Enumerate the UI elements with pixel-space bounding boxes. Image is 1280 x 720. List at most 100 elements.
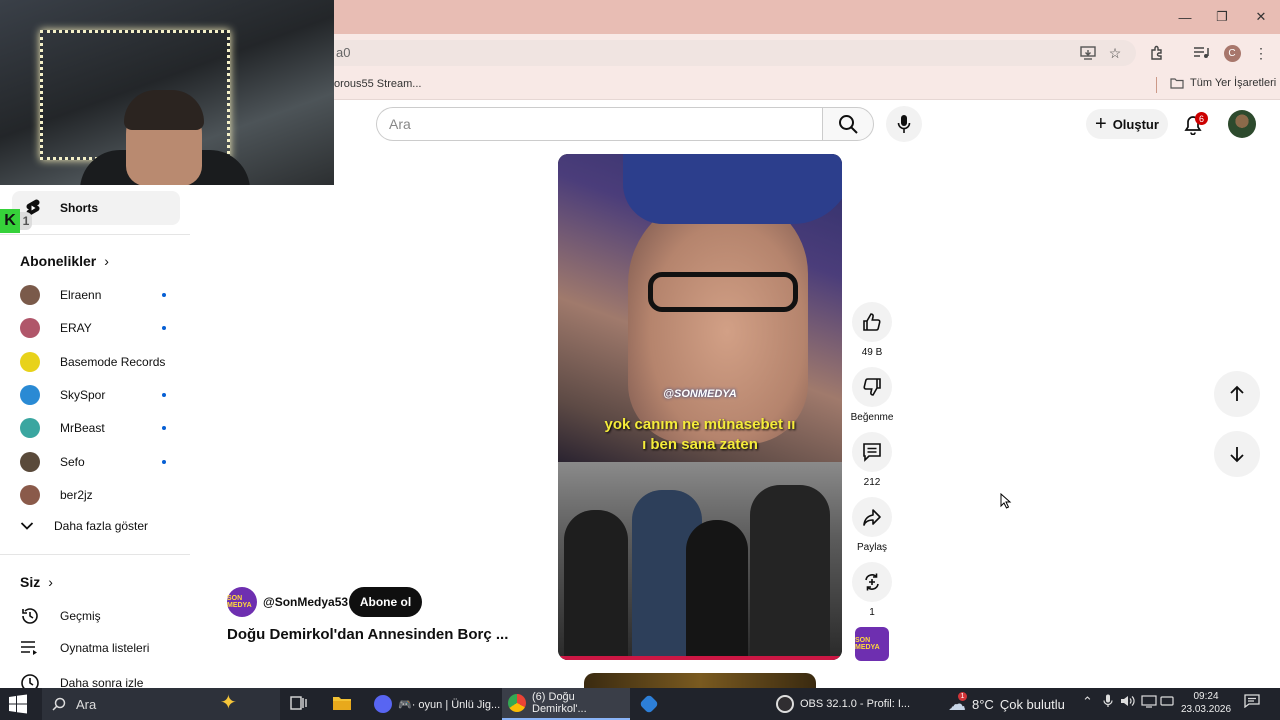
- audio-source-thumbnail[interactable]: SON MEDYA: [855, 627, 889, 661]
- subscriptions-heading[interactable]: Abonelikler ›: [20, 253, 109, 269]
- video-progress-bar[interactable]: [558, 656, 842, 660]
- channel-avatar: [20, 485, 40, 505]
- remix-button[interactable]: [852, 562, 892, 602]
- profile-icon[interactable]: C: [1221, 42, 1243, 64]
- thumbs-down-icon: [863, 378, 881, 396]
- short-video-player[interactable]: @SONMEDYA yok canım ne münasebet ıı ı be…: [558, 154, 842, 660]
- sidebar-item-history[interactable]: Geçmiş: [20, 606, 101, 626]
- close-icon[interactable]: ✕: [1238, 0, 1280, 34]
- taskbar-app-obs[interactable]: OBS 32.1.0 - Profil: I...: [770, 688, 916, 720]
- bookmark-item[interactable]: orous55 Stream...: [334, 78, 421, 90]
- notification-center-icon[interactable]: [1244, 694, 1260, 711]
- comments-button[interactable]: [852, 432, 892, 472]
- start-button[interactable]: [8, 694, 28, 719]
- channel-avatar: [20, 285, 40, 305]
- extensions-icon[interactable]: [1146, 42, 1168, 64]
- search-icon: [52, 697, 66, 711]
- shorts-label: Shorts: [60, 201, 99, 215]
- file-explorer-icon[interactable]: [332, 694, 352, 717]
- chrome-icon: [508, 694, 526, 712]
- video-watermark: @SONMEDYA: [663, 388, 737, 400]
- subscription-item[interactable]: MrBeast: [20, 415, 180, 441]
- sidebar-divider: [0, 234, 190, 235]
- subscription-label: MrBeast: [60, 421, 105, 435]
- new-content-dot: [162, 460, 166, 464]
- account-avatar[interactable]: [1228, 110, 1256, 138]
- volume-icon[interactable]: [1120, 694, 1136, 711]
- chevron-right-icon: ›: [104, 253, 109, 269]
- subscription-item[interactable]: ERAY: [20, 315, 180, 341]
- tray-overflow-icon[interactable]: ⌃: [1082, 694, 1093, 710]
- video-frame-bottom: [558, 462, 842, 660]
- address-bar[interactable]: [290, 40, 1136, 66]
- subscription-label: ERAY: [60, 321, 92, 335]
- subscription-item[interactable]: SkySpor: [20, 382, 180, 408]
- channel-avatar: [20, 385, 40, 405]
- dislike-label: Beğenme: [850, 412, 894, 423]
- history-icon: [22, 608, 38, 624]
- taskbar-app-discord[interactable]: 🎮· oyun | Ünlü Jig...: [368, 688, 506, 720]
- weather-alert-badge: 1: [958, 692, 967, 701]
- discord-icon: [374, 695, 392, 713]
- create-button[interactable]: + Oluştur: [1086, 109, 1168, 139]
- video-title[interactable]: Doğu Demirkol'dan Annesinden Borç ...: [227, 626, 527, 643]
- bookmark-separator: [1156, 77, 1157, 93]
- browser-menu-icon[interactable]: ⋮: [1250, 42, 1272, 64]
- system-clock[interactable]: 09:24 23.03.2026: [1176, 690, 1236, 716]
- video-frame-top: @SONMEDYA yok canım ne münasebet ıı ı be…: [558, 154, 842, 462]
- all-bookmarks-button[interactable]: Tüm Yer İşaretleri: [1170, 77, 1276, 89]
- search-button[interactable]: [822, 107, 874, 141]
- subscription-label: Basemode Records: [60, 355, 166, 369]
- channel-avatar: [20, 352, 40, 372]
- like-button[interactable]: [852, 302, 892, 342]
- subscribe-button[interactable]: Abone ol: [349, 587, 422, 617]
- copilot-sparkle-icon[interactable]: ✦: [220, 690, 237, 715]
- search-input[interactable]: [376, 107, 823, 141]
- media-control-icon[interactable]: [1190, 42, 1212, 64]
- arrow-down-icon: [1230, 447, 1244, 463]
- sidebar-item-playlists[interactable]: Oynatma listeleri: [20, 640, 149, 656]
- new-content-dot: [162, 393, 166, 397]
- subscription-item[interactable]: ber2jz: [20, 482, 180, 508]
- show-more-button[interactable]: Daha fazla göster: [20, 519, 148, 533]
- bookmark-star-icon[interactable]: ☆: [1104, 42, 1126, 64]
- all-bookmarks-label: Tüm Yer İşaretleri: [1190, 77, 1277, 89]
- folder-icon: [1170, 78, 1184, 89]
- history-label: Geçmiş: [60, 609, 101, 623]
- network-icon[interactable]: [1141, 694, 1157, 711]
- address-text: a0: [336, 45, 351, 60]
- subscription-label: ber2jz: [60, 488, 93, 502]
- channel-avatar[interactable]: SON MEDYA: [227, 587, 257, 617]
- voice-search-button[interactable]: [886, 106, 922, 142]
- video-cap: [623, 154, 842, 224]
- search-placeholder: Ara: [389, 116, 411, 132]
- microphone-tray-icon[interactable]: [1103, 694, 1113, 711]
- thumbs-up-icon: [863, 313, 881, 331]
- windows-logo-icon: [9, 694, 27, 714]
- arrow-up-icon: [1230, 385, 1244, 401]
- previous-short-button[interactable]: [1214, 371, 1260, 417]
- taskbar-app-generic[interactable]: [636, 688, 662, 720]
- taskbar-app-chrome[interactable]: (6) Doğu Demirkol'...: [502, 688, 630, 720]
- install-app-icon[interactable]: [1077, 42, 1099, 64]
- microphone-icon: [897, 115, 911, 133]
- you-heading[interactable]: Siz ›: [20, 574, 53, 590]
- channel-handle[interactable]: @SonMedya53: [263, 595, 348, 609]
- taskbar-app-label: 🎮· oyun | Ünlü Jig...: [398, 698, 501, 711]
- like-count: 49 B: [861, 347, 883, 358]
- language-icon[interactable]: [1160, 694, 1174, 711]
- create-label: Oluştur: [1112, 116, 1159, 132]
- video-person: [564, 510, 628, 660]
- taskbar-app-label: OBS 32.1.0 - Profil: I...: [800, 698, 911, 710]
- dislike-button[interactable]: [852, 367, 892, 407]
- app-icon: [639, 694, 659, 714]
- taskbar-search[interactable]: Ara: [42, 688, 280, 720]
- video-face: [628, 194, 808, 444]
- next-short-button[interactable]: [1214, 431, 1260, 477]
- subscription-item[interactable]: Elraenn: [20, 282, 180, 308]
- share-button[interactable]: [852, 497, 892, 537]
- subscription-item[interactable]: Sefo: [20, 449, 180, 475]
- video-subtitle-line2: ı ben sana zaten: [642, 436, 758, 453]
- task-view-icon[interactable]: [290, 694, 308, 717]
- subscription-item[interactable]: Basemode Records: [20, 349, 180, 375]
